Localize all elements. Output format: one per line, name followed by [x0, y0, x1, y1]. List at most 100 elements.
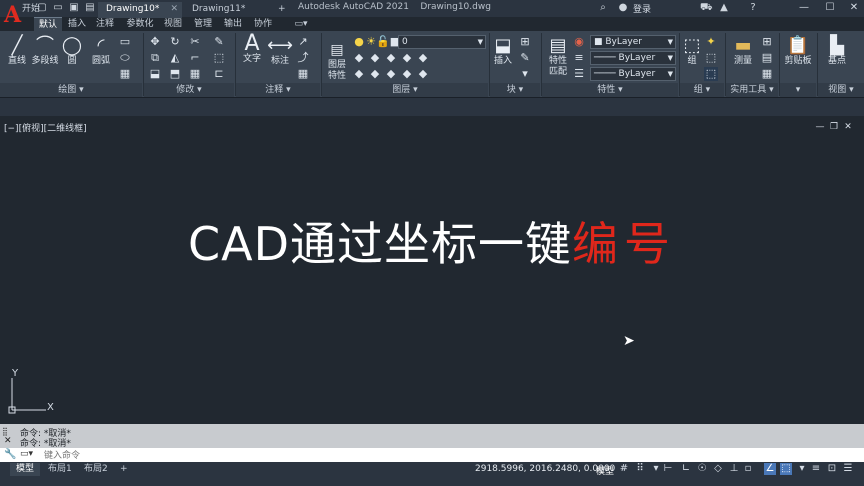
tab-layout1[interactable]: 布局1 [42, 463, 78, 476]
stretch-icon[interactable]: ⬓ [148, 67, 162, 81]
polyline-tool[interactable]: ⌒ 多段线 [30, 36, 60, 67]
ribbon-toggle-icon[interactable]: ▭▾ [290, 17, 312, 31]
quick-select-icon[interactable]: ▤ [760, 51, 774, 65]
layer-state-icon[interactable]: ◆ [352, 51, 366, 65]
block-panel-footer[interactable]: 块 ▾ [490, 83, 540, 97]
cursor-coordinates[interactable]: 2918.5996, 2016.2480, 0.0000 [475, 464, 615, 474]
ellipse-icon[interactable]: ⬭ [118, 51, 132, 65]
close-window-button[interactable]: ✕ [842, 0, 864, 16]
trim-icon[interactable]: ✂ [188, 35, 202, 49]
tab-home[interactable]: 默认 [34, 17, 62, 31]
group-tool[interactable]: ⬚ 组 [682, 36, 702, 67]
snap-dropdown-icon[interactable]: ▾ [650, 463, 662, 475]
array-icon[interactable]: ▦ [188, 67, 202, 81]
block-attributes-icon[interactable]: ▾ [518, 67, 532, 81]
modify-panel-footer[interactable]: 修改 ▾ [144, 83, 234, 97]
calculator-icon[interactable]: ▦ [760, 67, 774, 81]
help-icon[interactable]: ? [747, 2, 759, 14]
new-tab-button[interactable]: + [270, 2, 290, 18]
paste-tool[interactable]: 📋 剪贴板 [782, 36, 814, 67]
model-space-button[interactable]: 模型 [596, 464, 614, 477]
tab-layout2[interactable]: 布局2 [78, 463, 114, 476]
customization-icon[interactable]: ☰ [842, 463, 854, 475]
dynamic-input-icon[interactable]: ⊢ [662, 463, 674, 475]
explode-icon[interactable]: ⬚ [212, 51, 226, 65]
tab-collaborate[interactable]: 协作 [250, 17, 276, 31]
snap-icon[interactable]: ⠿ [634, 463, 646, 475]
insert-block-tool[interactable]: ⬓ 插入 [492, 36, 514, 67]
login-link[interactable]: 登录 [633, 2, 651, 15]
rotate-icon[interactable]: ↻ [168, 35, 182, 49]
properties-panel-footer[interactable]: 特性 ▾ [542, 83, 678, 97]
layer-properties-tool[interactable]: ▤ 图层 特性 [324, 40, 350, 82]
ungroup-icon[interactable]: ✦ [704, 35, 718, 49]
group-edit-icon[interactable]: ⬚ [704, 51, 718, 65]
layer-off-icon[interactable]: ◆ [368, 51, 382, 65]
copy-icon[interactable]: ⧉ [148, 51, 162, 65]
layer-lock-icon[interactable]: ◆ [416, 51, 430, 65]
offset-icon[interactable]: ⊏ [212, 67, 226, 81]
mirror-icon[interactable]: ◭ [168, 51, 182, 65]
object-snap-icon[interactable]: ▫ [742, 463, 754, 475]
group-select-icon[interactable]: ⬚ [704, 67, 718, 81]
command-grip-icon[interactable]: ⣿ [2, 427, 14, 436]
hatch-icon[interactable]: ▦ [118, 67, 132, 81]
dimension-tool[interactable]: ⟷ 标注 [266, 36, 294, 67]
search-icon[interactable]: ⌕ [597, 2, 609, 14]
layer-isolate-icon[interactable]: ◆ [384, 51, 398, 65]
tab-output[interactable]: 输出 [220, 17, 246, 31]
tab-manage[interactable]: 管理 [190, 17, 216, 31]
leader-icon[interactable]: ↗ [296, 35, 310, 49]
scale-icon[interactable]: ⬒ [168, 67, 182, 81]
viewport-close-icon[interactable]: ✕ [842, 121, 854, 133]
tab-insert[interactable]: 插入 [64, 17, 90, 31]
isodraft-icon[interactable]: ◇ [712, 463, 724, 475]
move-icon[interactable]: ✥ [148, 35, 162, 49]
color-dropdown[interactable]: ■ ByLayer ▼ [590, 35, 676, 49]
tab-model[interactable]: 模型 [10, 463, 41, 476]
maximize-button[interactable]: ☐ [818, 0, 842, 16]
tab-drawing10[interactable]: Drawing10* ✕ [98, 2, 182, 18]
linetype-dropdown[interactable]: ──── ByLayer ▼ [590, 51, 676, 65]
viewport-minimize-icon[interactable]: — [814, 121, 826, 133]
lineweight-icon[interactable]: ≡ [572, 51, 586, 65]
view-panel-footer[interactable]: 视图 ▾ [818, 83, 864, 97]
wrench-icon[interactable]: 🔧 [4, 449, 16, 460]
layers-panel-footer[interactable]: 图层 ▾ [322, 83, 488, 97]
linetype-icon[interactable]: ☰ [572, 67, 586, 81]
measure-tool[interactable]: ▬ 测量 [730, 36, 756, 67]
command-prompt-icon[interactable]: ▭▾ [20, 449, 33, 459]
object-snap-tracking-icon[interactable]: ⊥ [728, 463, 740, 475]
layer-freeze-icon[interactable]: ◆ [400, 51, 414, 65]
isolate-objects-icon[interactable]: ⊡ [826, 463, 838, 475]
autodesk-icon[interactable]: ▲ [718, 2, 730, 14]
text-tool[interactable]: A 文字 [240, 33, 264, 65]
ortho-icon[interactable]: ∟ [680, 463, 692, 475]
selection-cycling-icon[interactable]: ⬚ [780, 463, 792, 475]
match-properties-tool[interactable]: ▤ 特性 匹配 [546, 36, 570, 78]
add-layout-button[interactable]: + [114, 463, 134, 476]
tab-view[interactable]: 视图 [160, 17, 186, 31]
minimize-button[interactable]: — [792, 0, 816, 16]
rectangle-icon[interactable]: ▭ [118, 35, 132, 49]
tab-annotate[interactable]: 注释 [92, 17, 118, 31]
viewport-controls[interactable]: [−][俯视][二维线框] [4, 121, 87, 134]
arc-tool[interactable]: ◜ 圆弧 [88, 36, 114, 67]
create-block-icon[interactable]: ⊞ [518, 35, 532, 49]
viewport-restore-icon[interactable]: ❐ [828, 121, 840, 133]
annotation-scale-icon[interactable]: ▾ [796, 463, 808, 475]
circle-tool[interactable]: ◯ 圆 [60, 36, 84, 67]
multileader-icon[interactable]: ⤴ [296, 51, 310, 65]
draw-panel-footer[interactable]: 绘图 ▾ [0, 83, 142, 97]
layer-previous-icon[interactable]: ◆ [368, 67, 382, 81]
clipboard-panel-footer[interactable]: ▾ [780, 83, 816, 97]
tab-parametric[interactable]: 参数化 [122, 17, 158, 31]
annotation-panel-footer[interactable]: 注释 ▾ [236, 83, 320, 97]
lineweight-dropdown[interactable]: ──── ByLayer ▼ [590, 67, 676, 81]
edit-block-icon[interactable]: ✎ [518, 51, 532, 65]
table-icon[interactable]: ▦ [296, 67, 310, 81]
erase-icon[interactable]: ✎ [212, 35, 226, 49]
layer-dropdown[interactable]: 0 ▼ [398, 35, 486, 49]
command-input[interactable] [44, 449, 844, 461]
tab-drawing11[interactable]: Drawing11* [184, 2, 268, 18]
